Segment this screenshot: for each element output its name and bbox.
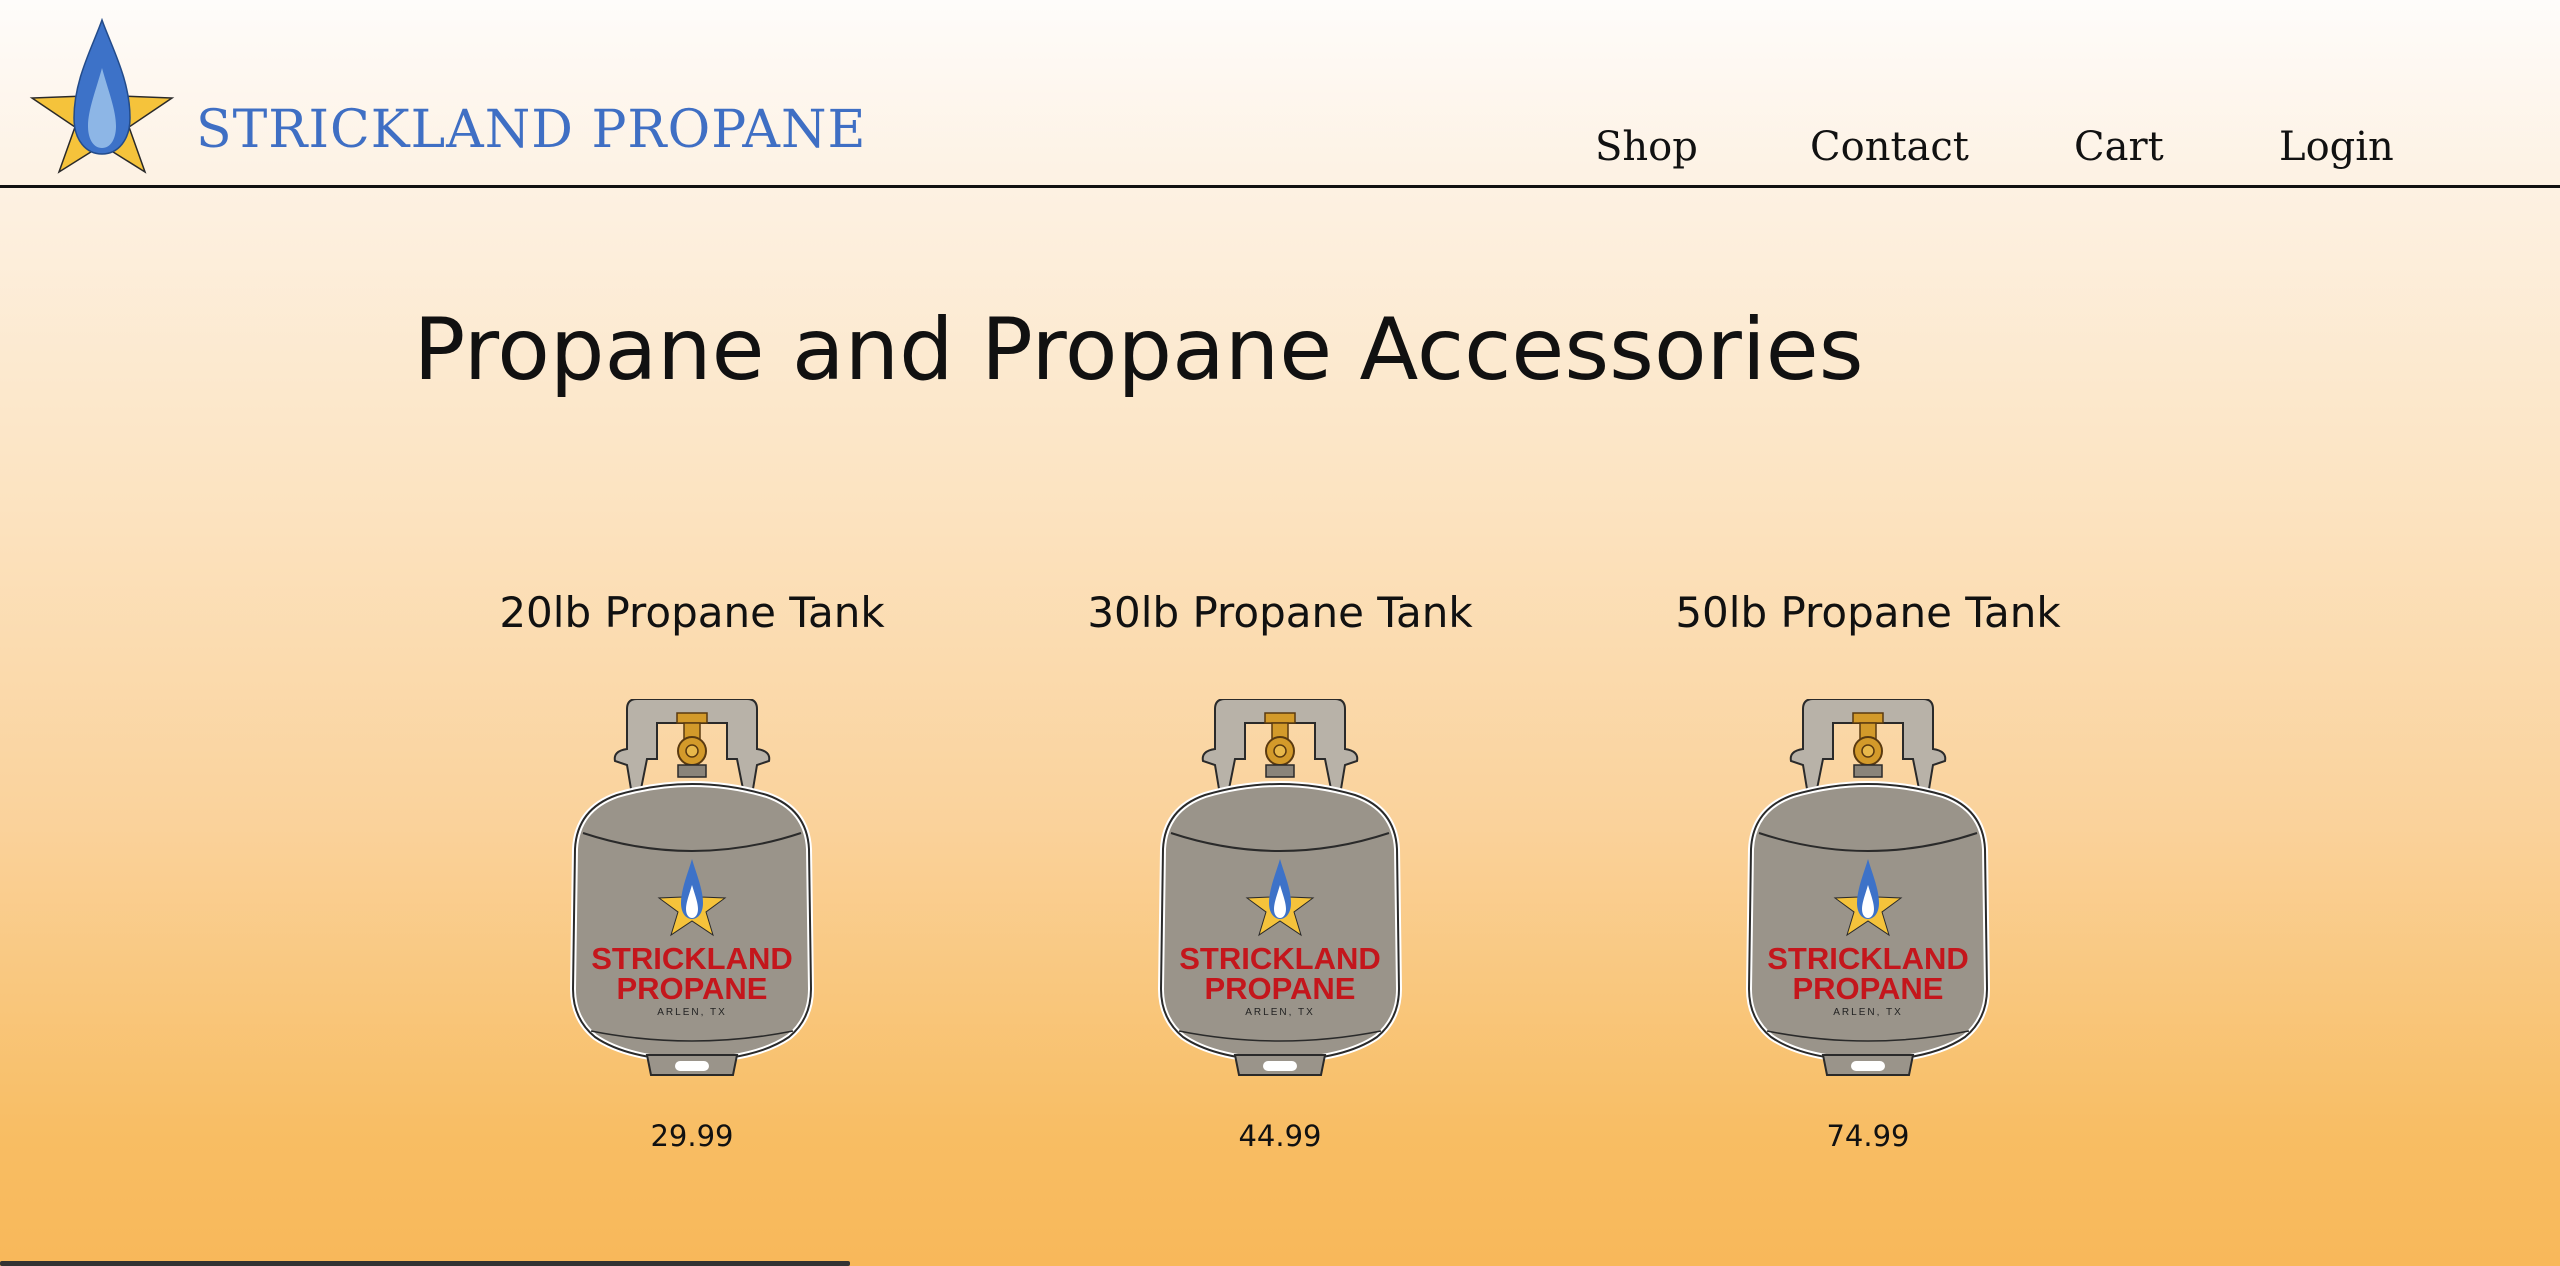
product-price: 74.99 (1826, 1119, 1910, 1153)
tank-brand-line2: PROPANE (1204, 971, 1355, 1006)
star-flame-logo-icon[interactable] (28, 18, 176, 174)
nav-shop-link[interactable]: Shop (1595, 124, 1698, 170)
nav-cart-link[interactable]: Cart (2074, 124, 2164, 170)
tank-location: ARLEN, TX (657, 1007, 727, 1018)
product-price: 44.99 (1238, 1119, 1322, 1153)
nav-login-link[interactable]: Login (2279, 124, 2394, 170)
product-card[interactable]: 30lb Propane Tank STRICKLAND PROPANE ARL… (1050, 588, 1510, 1153)
propane-tank-icon[interactable]: STRICKLAND PROPANE ARLEN, TX (1733, 699, 2003, 1083)
horizontal-scrollbar[interactable] (0, 1261, 850, 1266)
propane-tank-icon[interactable]: STRICKLAND PROPANE ARLEN, TX (557, 699, 827, 1083)
tank-location: ARLEN, TX (1833, 1007, 1903, 1018)
brand-name[interactable]: STRICKLAND PROPANE (196, 100, 866, 160)
product-name[interactable]: 20lb Propane Tank (462, 588, 922, 637)
propane-tank-icon[interactable]: STRICKLAND PROPANE ARLEN, TX (1145, 699, 1415, 1083)
site-header: STRICKLAND PROPANE Shop Contact Cart Log… (0, 0, 2560, 188)
product-card[interactable]: 20lb Propane Tank STRICKLAND PROPANE ARL… (462, 588, 922, 1153)
product-name[interactable]: 50lb Propane Tank (1638, 588, 2098, 637)
product-card[interactable]: 50lb Propane Tank STRICKLAND PROPANE ARL… (1638, 588, 2098, 1153)
product-price: 29.99 (650, 1119, 734, 1153)
tank-location: ARLEN, TX (1245, 1007, 1315, 1018)
product-name[interactable]: 30lb Propane Tank (1050, 588, 1510, 637)
tank-brand-line2: PROPANE (616, 971, 767, 1006)
nav-contact-link[interactable]: Contact (1810, 124, 1969, 170)
page-title: Propane and Propane Accessories (413, 300, 1864, 400)
tank-brand-line2: PROPANE (1792, 971, 1943, 1006)
